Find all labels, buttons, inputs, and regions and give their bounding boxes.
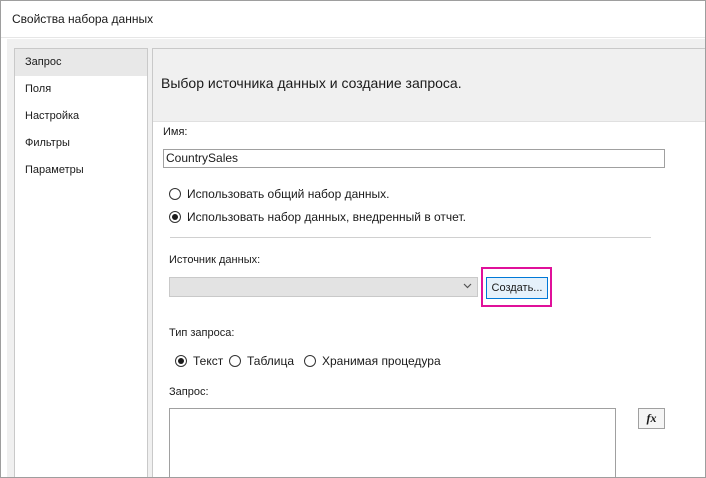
name-label: Имя: (163, 126, 188, 138)
titlebar-divider (1, 37, 705, 38)
radio-button[interactable] (229, 355, 241, 367)
section-divider (170, 237, 651, 238)
radio-button-checked[interactable] (169, 211, 181, 223)
dataset-properties-dialog: Свойства набора данных Запрос Поля Настр… (0, 0, 706, 478)
radio-sp-label: Хранимая процедура (322, 354, 441, 368)
sidebar-item-fields[interactable]: Поля (15, 76, 147, 103)
page-title: Выбор источника данных и создание запрос… (161, 75, 462, 91)
radio-shared-dataset[interactable]: Использовать общий набор данных. (169, 187, 389, 201)
sidebar-nav: Запрос Поля Настройка Фильтры Параметры (14, 48, 148, 477)
query-scrollbar[interactable] (615, 408, 631, 477)
expression-button[interactable]: fx (638, 408, 665, 429)
query-label: Запрос: (169, 386, 209, 398)
radio-shared-label: Использовать общий набор данных. (187, 187, 390, 201)
radio-button[interactable] (304, 355, 316, 367)
name-input[interactable]: CountrySales (163, 149, 665, 168)
query-type-label: Тип запроса: (169, 327, 235, 339)
dialog-title: Свойства набора данных (12, 12, 154, 26)
sidebar-item-filters[interactable]: Фильтры (15, 130, 147, 157)
sidebar-item-options[interactable]: Настройка (15, 103, 147, 130)
sidebar-item-parameters[interactable]: Параметры (15, 157, 147, 184)
radio-button[interactable] (169, 188, 181, 200)
chevron-down-icon (463, 283, 472, 289)
radio-text-label: Текст (193, 354, 224, 368)
datasource-dropdown[interactable] (169, 277, 478, 297)
radio-table-label: Таблица (247, 354, 295, 368)
radio-embedded-label: Использовать набор данных, внедренный в … (187, 210, 466, 224)
datasource-label: Источник данных: (169, 254, 261, 266)
query-page: Выбор источника данных и создание запрос… (152, 48, 705, 477)
create-datasource-button[interactable]: Создать... (486, 277, 548, 299)
query-textarea[interactable] (169, 408, 630, 477)
radio-query-stored-procedure[interactable]: Хранимая процедура (304, 354, 441, 368)
page-header: Выбор источника данных и создание запрос… (153, 49, 705, 122)
radio-query-text[interactable]: Текст (175, 354, 223, 368)
radio-embedded-dataset[interactable]: Использовать набор данных, внедренный в … (169, 210, 466, 224)
radio-button-checked[interactable] (175, 355, 187, 367)
sidebar-item-query[interactable]: Запрос (15, 49, 147, 76)
radio-query-table[interactable]: Таблица (229, 354, 294, 368)
